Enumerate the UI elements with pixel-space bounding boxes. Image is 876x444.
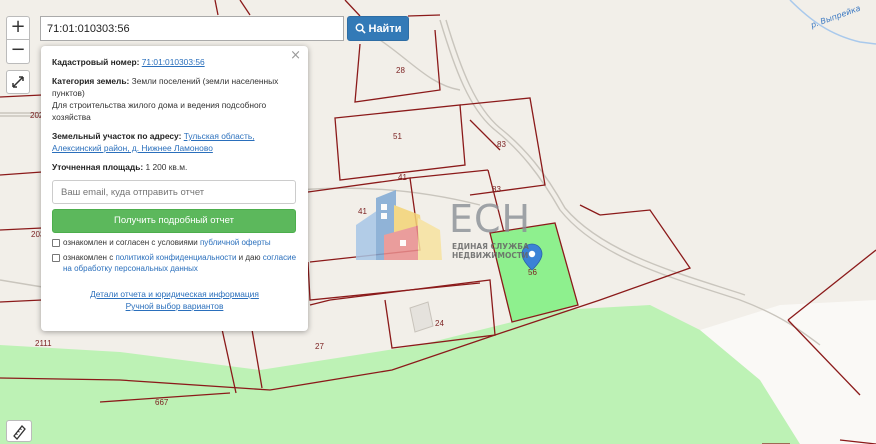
area-value: 1 200 кв.м. xyxy=(145,162,188,172)
search-icon xyxy=(355,23,366,34)
email-field[interactable] xyxy=(52,180,296,204)
logo-subtitle: ЕДИНАЯ СЛУЖБА НЕДВИЖИМОСТИ xyxy=(452,242,529,260)
ruler-icon xyxy=(13,425,26,440)
consent-offer-text: ознакомлен и согласен с условиями публич… xyxy=(63,237,271,248)
area-label: Уточненная площадь: xyxy=(52,162,144,172)
consent-privacy-checkbox[interactable] xyxy=(52,254,60,262)
address-label: Земельный участок по адресу: xyxy=(52,131,182,141)
plot-label: 28 xyxy=(396,66,405,75)
plot-label: 83 xyxy=(492,185,501,194)
search-button[interactable]: Найти xyxy=(347,16,409,41)
logo-title: ЕСН xyxy=(449,197,532,241)
report-details-link[interactable]: Детали отчета и юридическая информация xyxy=(90,289,259,299)
plot-label: 667 xyxy=(155,398,169,407)
consent-offer-checkbox[interactable] xyxy=(52,239,60,247)
cadastral-number-label: Кадастровый номер: xyxy=(52,57,140,67)
zoom-out-button[interactable]: − xyxy=(6,40,30,64)
land-purpose: Для строительства жилого дома и ведения … xyxy=(52,100,267,122)
plot-label: 24 xyxy=(435,319,444,328)
expand-icon xyxy=(12,76,24,88)
zoom-in-button[interactable]: + xyxy=(6,16,30,40)
consent-offer-prefix: ознакомлен и согласен с условиями xyxy=(63,238,198,247)
consent-privacy-prefix: ознакомлен с xyxy=(63,253,114,262)
get-report-button[interactable]: Получить подробный отчет xyxy=(52,209,296,233)
plot-label: 83 xyxy=(497,140,506,149)
land-category-row: Категория земель: Земли поселений (земли… xyxy=(52,75,297,123)
cadastral-number-row: Кадастровый номер: 71:01:010303:56 xyxy=(52,56,297,68)
public-offer-link[interactable]: публичной оферты xyxy=(200,238,271,247)
consent-privacy-row: ознакомлен с политикой конфиденциальност… xyxy=(52,252,297,274)
land-category-label: Категория земель: xyxy=(52,76,130,86)
plot-label: 51 xyxy=(393,132,402,141)
cadastral-search-input[interactable] xyxy=(40,16,344,41)
fullscreen-button[interactable] xyxy=(6,70,30,94)
logo-subtitle-line2: НЕДВИЖИМОСТИ xyxy=(452,251,529,260)
consent-privacy-middle: и даю xyxy=(238,253,261,262)
address-row: Земельный участок по адресу: Тульская об… xyxy=(52,130,297,154)
parcel-info-popup: × Кадастровый номер: 71:01:010303:56 Кат… xyxy=(41,46,308,331)
cadastral-number-link[interactable]: 71:01:010303:56 xyxy=(142,57,205,67)
popup-close-button[interactable]: × xyxy=(290,49,301,62)
consent-privacy-text: ознакомлен с политикой конфиденциальност… xyxy=(63,252,297,274)
plot-label: 27 xyxy=(315,342,324,351)
logo-subtitle-line1: ЕДИНАЯ СЛУЖБА xyxy=(452,242,529,251)
privacy-policy-link[interactable]: политикой конфиденциальности xyxy=(115,253,236,262)
measure-button[interactable] xyxy=(6,420,32,442)
consent-offer-row: ознакомлен и согласен с условиями публич… xyxy=(52,237,297,248)
popup-footer-links: Детали отчета и юридическая информация Р… xyxy=(52,288,297,312)
plot-label: 41 xyxy=(358,207,367,216)
plot-label: 2111 xyxy=(35,339,52,348)
plot-label: 41 xyxy=(398,173,407,182)
manual-selection-link[interactable]: Ручной выбор вариантов xyxy=(126,301,224,311)
area-row: Уточненная площадь: 1 200 кв.м. xyxy=(52,161,297,173)
search-button-label: Найти xyxy=(368,22,402,35)
